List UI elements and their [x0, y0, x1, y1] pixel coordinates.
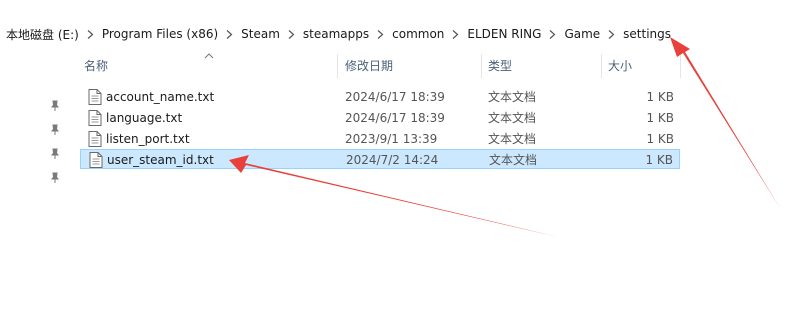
file-row[interactable]: account_name.txt 2024/6/17 18:39 文本文档 1 … — [80, 87, 680, 107]
file-modified-date: 2024/6/17 18:39 — [345, 111, 445, 125]
file-list: 名称 修改日期 类型 大小 account_name.txt 2024/6/17… — [78, 48, 682, 315]
file-size: 1 KB — [646, 111, 674, 125]
breadcrumb-item-settings[interactable]: settings — [617, 27, 677, 41]
chevron-right-icon[interactable] — [375, 29, 386, 39]
column-divider[interactable] — [337, 54, 338, 78]
text-file-icon — [88, 89, 102, 105]
pin-icon[interactable] — [49, 148, 61, 160]
file-type: 文本文档 — [488, 111, 537, 125]
chevron-right-icon[interactable] — [547, 29, 558, 39]
column-divider[interactable] — [601, 54, 602, 78]
sort-up-icon — [204, 48, 214, 59]
chevron-right-icon[interactable] — [85, 29, 96, 39]
column-header-row: 名称 修改日期 类型 大小 — [78, 53, 682, 78]
chevron-right-icon[interactable] — [606, 29, 617, 39]
breadcrumb-item-steamapps[interactable]: steamapps — [297, 27, 375, 41]
text-file-icon — [89, 152, 103, 168]
column-divider[interactable] — [680, 54, 681, 78]
pin-icon[interactable] — [49, 100, 61, 112]
breadcrumb-item-program-files[interactable]: Program Files (x86) — [96, 27, 224, 41]
file-modified-date: 2024/7/2 14:24 — [346, 153, 439, 167]
file-name: language.txt — [106, 111, 183, 125]
column-header-size[interactable]: 大小 — [608, 54, 632, 78]
column-header-name[interactable]: 名称 — [84, 54, 108, 78]
file-size: 1 KB — [646, 90, 674, 104]
annotation-arrow-to-folder — [670, 37, 780, 208]
file-type: 文本文档 — [489, 153, 538, 167]
column-header-type[interactable]: 类型 — [488, 54, 512, 78]
text-file-icon — [88, 110, 102, 126]
chevron-right-icon[interactable] — [450, 29, 461, 39]
file-modified-date: 2023/9/1 13:39 — [345, 132, 438, 146]
breadcrumb-item-drive[interactable]: 本地磁盘 (E:) — [0, 26, 85, 43]
breadcrumb-item-elden-ring[interactable]: ELDEN RING — [461, 27, 547, 41]
file-modified-date: 2024/6/17 18:39 — [345, 90, 445, 104]
column-header-date[interactable]: 修改日期 — [345, 54, 393, 78]
file-row[interactable]: language.txt 2024/6/17 18:39 文本文档 1 KB — [80, 108, 680, 128]
text-file-icon — [88, 131, 102, 147]
pin-icon[interactable] — [49, 172, 61, 184]
file-row-selected[interactable]: user_steam_id.txt 2024/7/2 14:24 文本文档 1 … — [80, 149, 680, 169]
breadcrumb: 本地磁盘 (E:) Program Files (x86) Steam stea… — [0, 22, 796, 46]
file-type: 文本文档 — [488, 90, 537, 104]
file-name: user_steam_id.txt — [107, 153, 214, 167]
file-size: 1 KB — [645, 153, 673, 167]
file-type: 文本文档 — [488, 132, 537, 146]
file-size: 1 KB — [646, 132, 674, 146]
chevron-right-icon[interactable] — [286, 29, 297, 39]
file-name: listen_port.txt — [106, 132, 190, 146]
breadcrumb-item-common[interactable]: common — [386, 27, 450, 41]
navigation-pane — [0, 48, 66, 315]
file-row[interactable]: listen_port.txt 2023/9/1 13:39 文本文档 1 KB — [80, 129, 680, 149]
breadcrumb-item-game[interactable]: Game — [558, 27, 606, 41]
pin-icon[interactable] — [49, 124, 61, 136]
column-divider[interactable] — [481, 54, 482, 78]
chevron-right-icon[interactable] — [224, 29, 235, 39]
file-name: account_name.txt — [106, 90, 215, 104]
breadcrumb-item-steam[interactable]: Steam — [235, 27, 286, 41]
